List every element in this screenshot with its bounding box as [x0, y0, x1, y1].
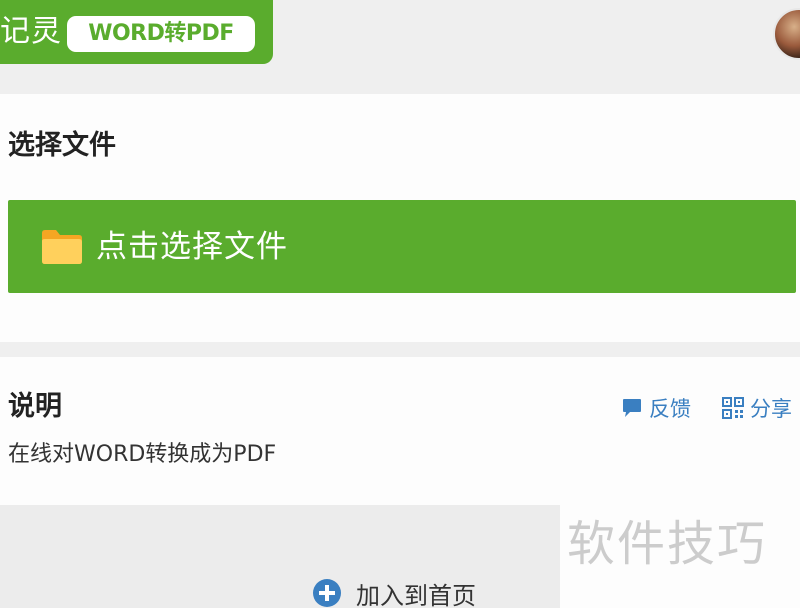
description-card: 说明 在线对WORD转换成为PDF 反馈 分享	[0, 357, 800, 505]
user-avatar[interactable]	[773, 8, 800, 60]
select-file-button-label: 点击选择文件	[96, 229, 288, 265]
share-link[interactable]: 分享	[722, 394, 792, 422]
bottom-panel	[0, 505, 560, 608]
add-to-homepage-button[interactable]: 加入到首页	[312, 575, 476, 608]
description-title: 说明	[8, 391, 62, 422]
top-bar: 记灵 WORD转PDF	[0, 0, 800, 94]
select-file-card: 选择文件 点击选择文件	[0, 94, 800, 342]
select-file-button[interactable]: 点击选择文件	[8, 200, 796, 293]
feedback-label: 反馈	[649, 397, 691, 421]
brand-banner[interactable]: 记灵 WORD转PDF	[0, 0, 273, 64]
tool-name-badge: WORD转PDF	[67, 16, 255, 52]
brand-logo: 记灵	[0, 14, 62, 49]
description-text: 在线对WORD转换成为PDF	[8, 442, 277, 467]
chat-bubble-icon	[623, 399, 641, 417]
add-to-homepage-label: 加入到首页	[356, 581, 476, 608]
folder-icon	[42, 230, 82, 264]
qr-code-icon	[722, 397, 744, 419]
watermark-text: 软件技巧	[567, 516, 768, 572]
select-file-title: 选择文件	[8, 130, 116, 161]
share-label: 分享	[750, 397, 792, 421]
plus-circle-icon	[313, 579, 341, 607]
feedback-link[interactable]: 反馈	[621, 394, 691, 422]
